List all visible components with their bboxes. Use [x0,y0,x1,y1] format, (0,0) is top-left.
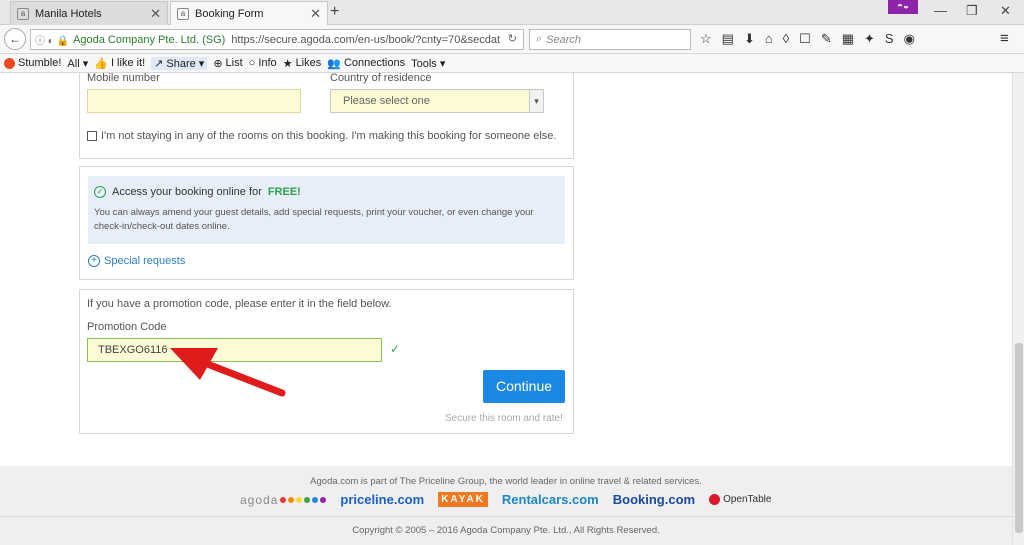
reload-icon[interactable]: ↻ [508,32,517,45]
hamburger-menu-icon[interactable]: ≡ [1000,30,1009,47]
access-heading: ✓ Access your booking online for FREE! [94,186,301,198]
brand-logos: agoda priceline.com KAYAK Rentalcars.com… [240,492,771,507]
scrollbar[interactable] [1012,73,1024,545]
url-text[interactable]: https://secure.agoda.com/en-us/book/?cnt… [231,34,500,46]
navigation-bar: ← ⓘ ◐ 🔒 Agoda Company Pte. Ltd. (SG) htt… [0,25,1024,54]
bookmark-stumble[interactable]: Stumble! [4,57,61,69]
country-select[interactable]: Please select one ▾ [330,89,544,113]
bookmark-i-like-it[interactable]: 👍 I like it! [94,57,145,70]
bookmark-list[interactable]: ⊕ List [213,57,242,70]
search-box[interactable]: ⌕ Search [529,29,691,50]
scrollbar-thumb[interactable] [1015,343,1023,533]
bookmark-tools[interactable]: Tools ▾ [411,57,445,70]
mobile-number-label: Mobile number [87,72,160,84]
search-placeholder: Search [546,33,582,46]
url-bar[interactable]: ⓘ ◐ 🔒 Agoda Company Pte. Ltd. (SG) https… [30,29,524,50]
thumbs-up-icon: 👍 [94,57,108,70]
check-circle-icon: ✓ [94,186,106,198]
star-icon: ★ [282,57,293,70]
special-requests-label: Special requests [104,255,186,267]
search-icon: ⌕ [536,33,543,45]
continue-button[interactable]: Continue [483,370,565,403]
certificate-owner: Agoda Company Pte. Ltd. (SG) [73,33,226,46]
restore-button[interactable]: ❐ [966,3,978,19]
toolbar-icons: ☆ ▤ ⬇ ⌂ ◊ ☐ ✎ ▦ ✦ S ◉ [700,31,915,47]
not-staying-checkbox[interactable] [87,131,97,141]
booking-logo[interactable]: Booking.com [613,492,695,507]
people-icon: 👥 [327,57,341,70]
kayak-logo[interactable]: KAYAK [438,492,488,507]
pin-icon[interactable]: ✎ [821,31,832,47]
contact-card [79,73,574,159]
country-label: Country of residence [330,72,432,84]
plus-circle-icon: + [88,255,100,267]
access-info-box: ✓ Access your booking online for FREE! Y… [88,176,565,244]
promo-code-label: Promotion Code [87,321,167,333]
rentalcars-logo[interactable]: Rentalcars.com [502,492,599,507]
bookmarks-toolbar: Stumble! All ▾ 👍 I like it! ↗ Share ▾ ⊕ Lis… [0,54,1024,73]
special-requests-link[interactable]: + Special requests [88,255,185,267]
list-icon: ⊕ [213,57,223,70]
download-icon[interactable]: ⬇ [744,31,755,47]
footer: Agoda.com is part of The Priceline Group… [0,466,1012,545]
back-button[interactable]: ← [4,28,26,50]
mobile-number-input[interactable] [87,89,301,113]
extension-icon[interactable]: ✦ [864,31,875,47]
close-tab-icon[interactable]: ✕ [150,6,161,22]
copyright: Copyright © 2005 – 2016 Agoda Company Pt… [352,525,660,536]
home-icon[interactable]: ⌂ [765,31,773,47]
agoda-logo[interactable]: agoda [240,493,327,507]
access-text: Access your booking online for [112,186,262,198]
annotation-arrow-icon [170,348,286,397]
tab-bar: a Manila Hotels ✕ a Booking Form ✕ + ◓◒ … [0,0,1024,25]
stumble-icon [4,57,15,69]
sync-icon[interactable]: ◉ [904,31,915,47]
close-tab-icon[interactable]: ✕ [310,6,321,22]
pocket-icon[interactable]: ◊ [783,31,789,47]
promo-intro: If you have a promotion code, please ent… [87,298,392,310]
bookmark-connections[interactable]: 👥 Connections [327,57,405,70]
footer-divider [0,516,1012,517]
footer-tagline: Agoda.com is part of The Priceline Group… [310,476,702,487]
country-select-value: Please select one [343,95,430,107]
agoda-favicon-icon: a [177,7,189,20]
tab-title: Booking Form [195,7,264,20]
tab-manila-hotels[interactable]: a Manila Hotels ✕ [10,1,168,25]
bookmark-likes[interactable]: ★ Likes [283,57,322,70]
agoda-favicon-icon: a [17,7,29,20]
minimize-button[interactable]: — [934,3,947,18]
valid-check-icon: ✓ [390,342,401,356]
access-description: You can always amend your guest details,… [94,207,534,232]
new-tab-button[interactable]: + [330,3,339,21]
free-label: FREE! [267,186,301,198]
secure-room-text: Secure this room and rate! [445,413,563,424]
speech-bubble-icon: ○ [248,57,256,69]
opentable-dot-icon [709,494,721,505]
page-info-icon[interactable]: ⓘ ◐ 🔒 [35,32,69,47]
chat-icon[interactable]: ☐ [799,31,811,47]
close-window-button[interactable]: ✕ [1000,3,1011,19]
opentable-logo[interactable]: OpenTable [709,494,771,505]
reading-list-icon[interactable]: ▤ [722,31,734,47]
bookmark-share[interactable]: ↗ Share ▾ [151,56,208,70]
share-icon: ↗ [154,57,164,70]
stumble-icon[interactable]: S [885,31,894,47]
mask-icon: ◓◒ [888,0,918,14]
tab-booking-form[interactable]: a Booking Form ✕ [170,1,328,25]
bookmark-info[interactable]: ○ Info [249,57,277,69]
bookmark-star-icon[interactable]: ☆ [700,31,712,47]
chevron-down-icon: ▾ [529,90,543,112]
tab-title: Manila Hotels [35,7,102,20]
bookmark-all[interactable]: All ▾ [67,57,88,70]
not-staying-label: I'm not staying in any of the rooms on t… [101,130,557,142]
addon-icon[interactable]: ▦ [842,31,854,47]
priceline-logo[interactable]: priceline.com [340,492,424,507]
